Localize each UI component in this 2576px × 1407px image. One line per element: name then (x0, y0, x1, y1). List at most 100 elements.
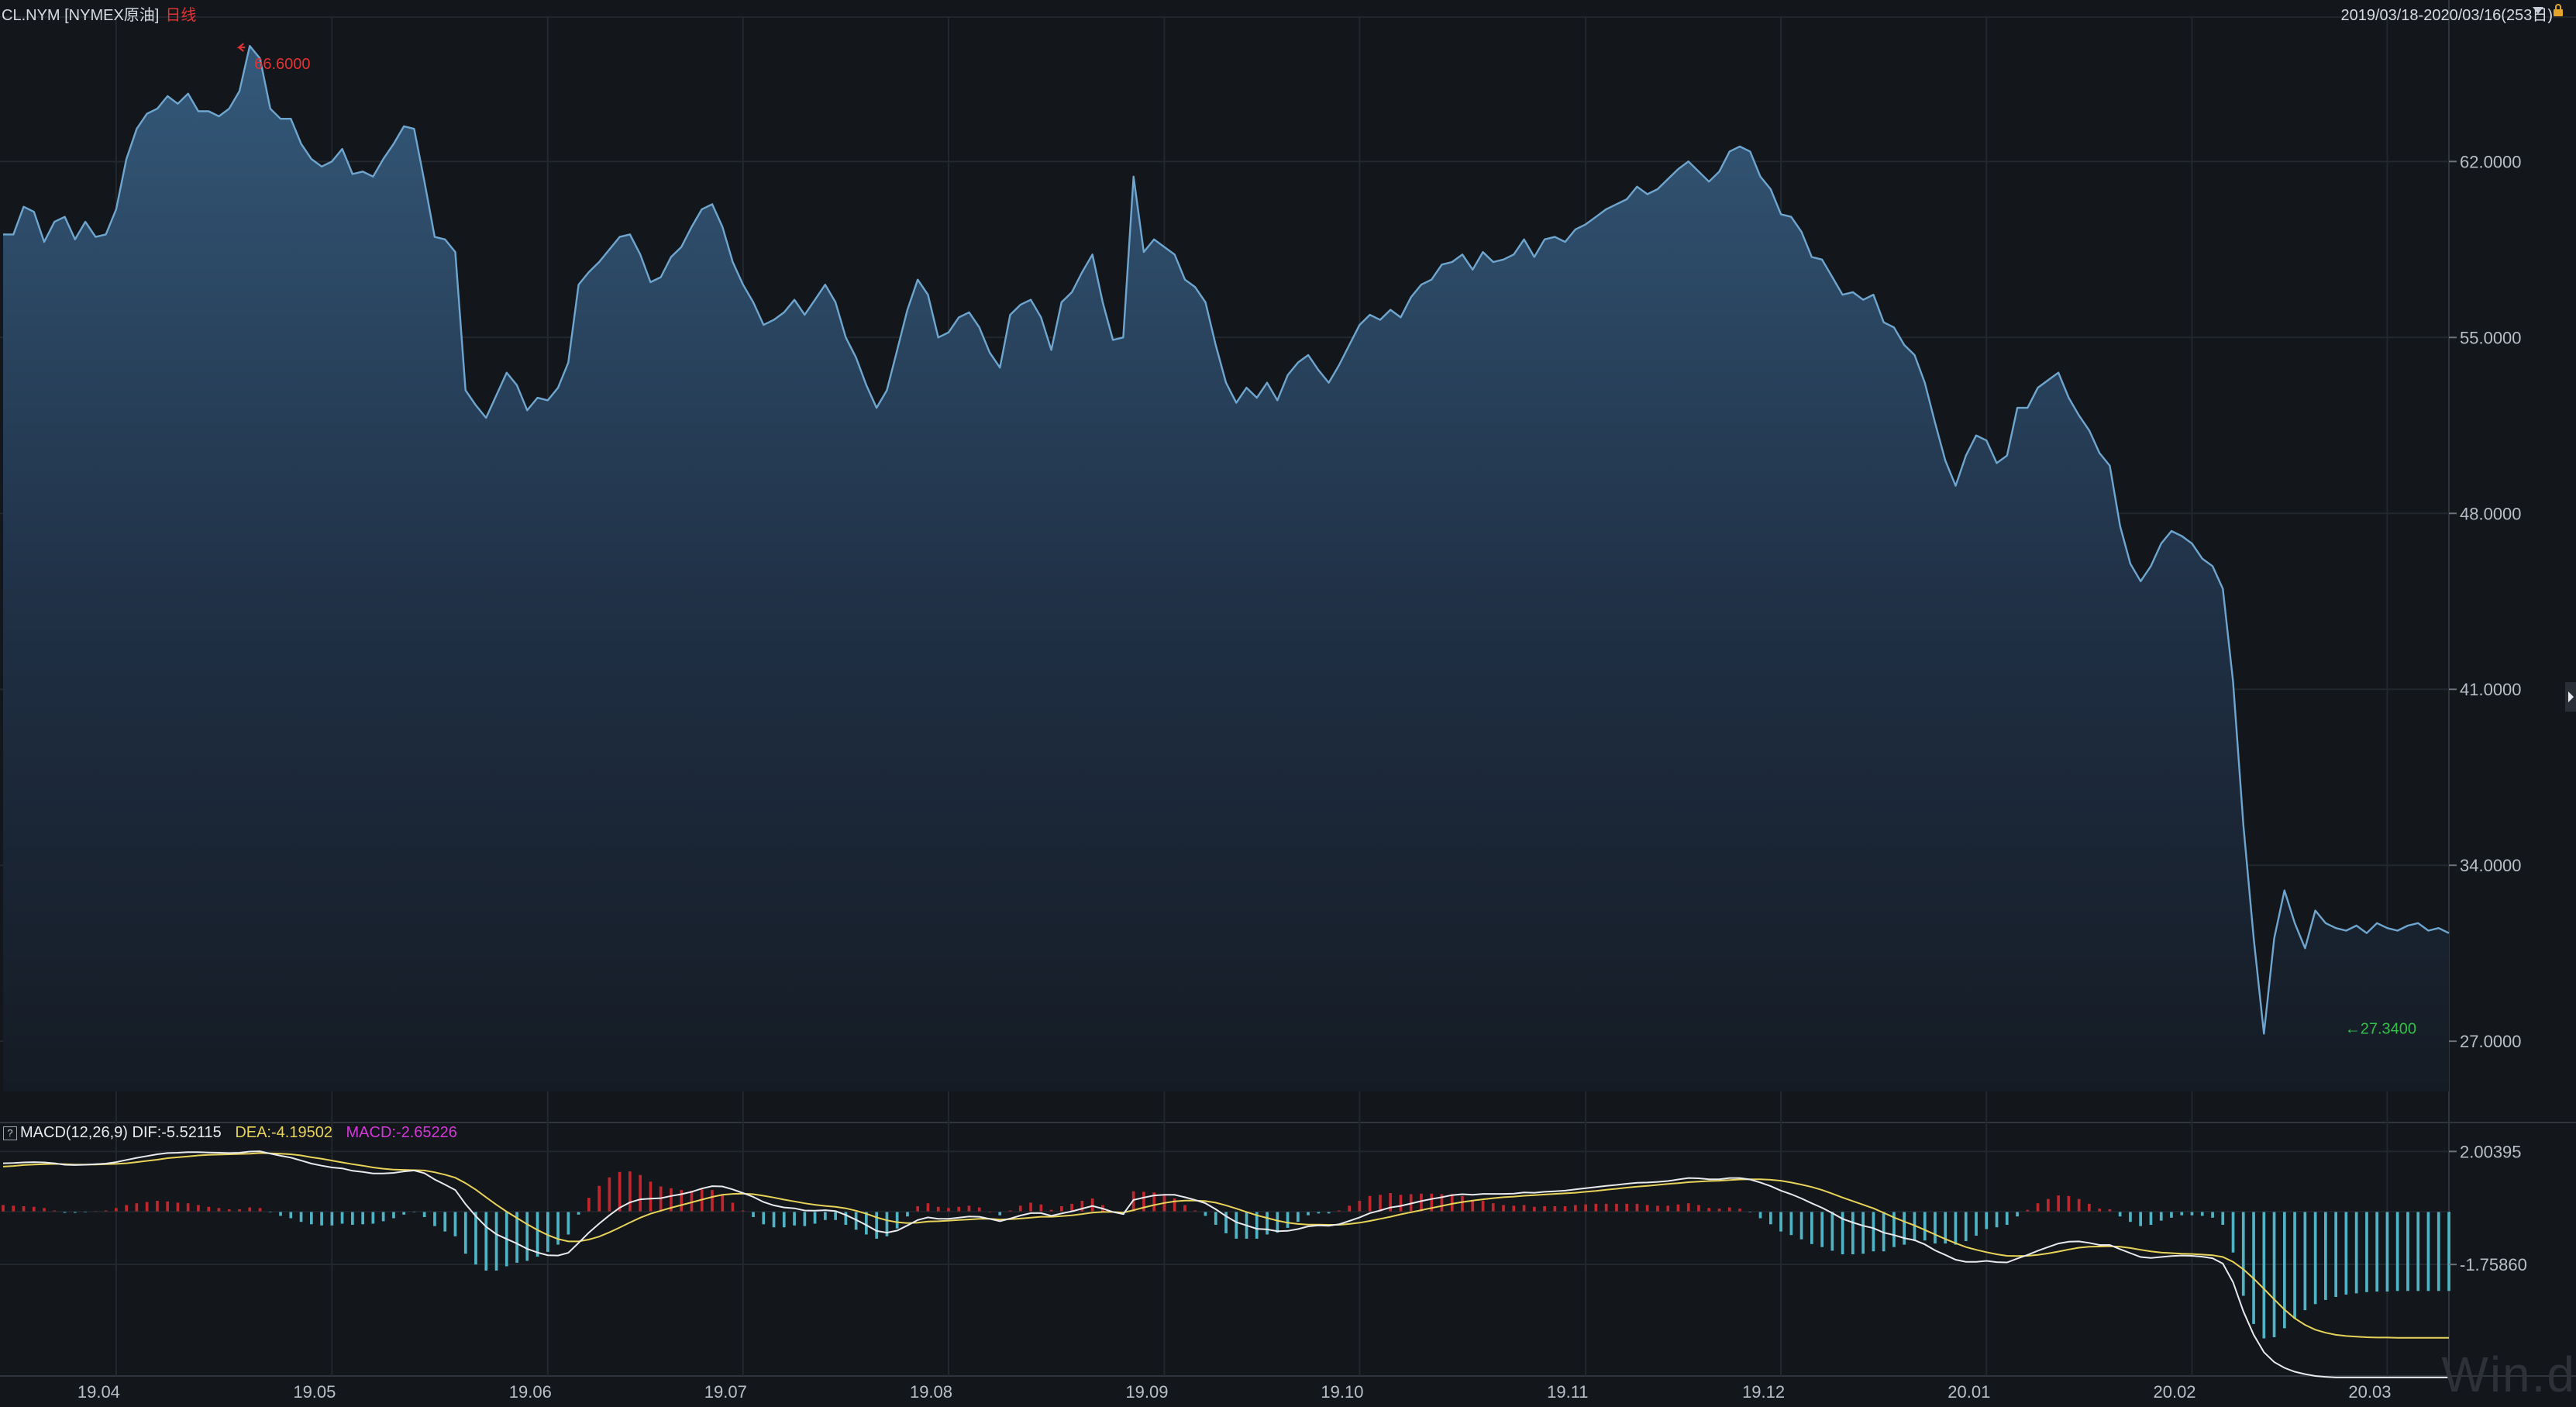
macd-indicator-name[interactable]: MACD(12,26,9) (20, 1124, 128, 1141)
macd-histogram-bar (2118, 1212, 2122, 1217)
macd-histogram-bar (967, 1205, 971, 1212)
macd-histogram-bar (1379, 1195, 1382, 1212)
triangle-down-icon[interactable] (2531, 3, 2545, 17)
macd-histogram-bar (2354, 1212, 2358, 1294)
macd-histogram-bar (1738, 1209, 1741, 1212)
macd-histogram-bar (1563, 1206, 1567, 1212)
macd-histogram-bar (639, 1174, 642, 1212)
macd-histogram-bar (1018, 1205, 1022, 1212)
macd-histogram-bar (1615, 1203, 1618, 1212)
macd-histogram-bar (145, 1202, 149, 1212)
max-arrow-icon (236, 43, 246, 52)
x-tick-label: 20.02 (2153, 1382, 2195, 1402)
macd-histogram-bar (1985, 1212, 1989, 1229)
macd-histogram-bar (1471, 1200, 1475, 1212)
macd-histogram-bar (906, 1212, 909, 1217)
macd-histogram-bar (2067, 1195, 2071, 1212)
macd-histogram-bar (2344, 1212, 2348, 1295)
macd-histogram-bar (1717, 1209, 1721, 1212)
macd-histogram-bar (2170, 1212, 2173, 1218)
period-label[interactable]: 日线 (165, 7, 196, 24)
date-range-label[interactable]: 2019/03/18-2020/03/16(253日) (2340, 2, 2553, 25)
macd-histogram-bar (2190, 1212, 2194, 1216)
macd-histogram-bar (1697, 1205, 1700, 1212)
macd-histogram-bar (916, 1206, 919, 1212)
macd-histogram-bar (752, 1212, 755, 1217)
macd-histogram-bar (1727, 1207, 1731, 1212)
price-area-fill (3, 46, 2449, 1092)
macd-histogram-bar (1235, 1212, 1238, 1239)
macd-histogram-bar (299, 1212, 303, 1223)
macd-histogram-bar (1276, 1212, 1279, 1233)
macd-histogram-bar (1368, 1195, 1372, 1212)
macd-histogram-bar (947, 1208, 950, 1212)
macd-histogram-bar (1266, 1212, 1269, 1235)
macd-histogram-bar (977, 1207, 981, 1212)
macd-histogram-bar (1861, 1212, 1865, 1254)
macd-histogram-bar (2262, 1212, 2266, 1339)
lock-icon[interactable] (2551, 3, 2565, 17)
macd-histogram-bar (186, 1203, 190, 1212)
macd-histogram-bar (1666, 1205, 1670, 1212)
macd-histogram-bar (176, 1202, 180, 1212)
macd-histogram-bar (1820, 1212, 1824, 1247)
macd-histogram-bar (340, 1212, 344, 1224)
macd-histogram-bar (1799, 1212, 1803, 1240)
price-chart[interactable]: 66.6000 ←27.3400 19.04 19.05 19.06 19.07 19.0… (0, 0, 2576, 1403)
dea-line[interactable] (2, 1152, 2449, 1339)
macd-histogram-bar (834, 1212, 837, 1220)
min-value-label: ←27.3400 (2345, 1020, 2416, 1037)
macd-histogram-bar (402, 1212, 405, 1215)
expand-panel-button[interactable] (2565, 682, 2576, 712)
y-tick-label: 48.0000 (2460, 504, 2522, 523)
macd-histogram-bar (629, 1171, 632, 1212)
macd-dea-value: DEA:-4.19502 (235, 1124, 332, 1141)
macd-histogram-bar (1635, 1203, 1639, 1212)
macd-histogram-bar (361, 1212, 364, 1225)
macd-histogram-bar (762, 1212, 766, 1225)
chart-header-left: CL.NYM [NYMEX原油] 日线 (2, 2, 196, 25)
y-tick-label: 62.0000 (2460, 152, 2522, 171)
macd-histogram-bar (1491, 1203, 1495, 1212)
x-tick-label: 19.07 (704, 1382, 747, 1402)
macd-histogram-bar (443, 1212, 447, 1232)
date-range-text[interactable]: 2019/03/18-2020/03/16(253日) (2340, 7, 2553, 24)
chart-root: 66.6000 ←27.3400 19.04 19.05 19.06 19.07 19.0… (0, 0, 2576, 1403)
macd-histogram-bar (865, 1212, 868, 1235)
macd-histogram-bar (1975, 1212, 1978, 1236)
macd-legend: ? MACD(12,26,9) DIF:-5.52115 DEA:-4.19502… (3, 1124, 457, 1142)
macd-histogram-bar (115, 1208, 118, 1212)
x-tick-label: 19.12 (1742, 1382, 1785, 1402)
macd-histogram-bar (1934, 1212, 1937, 1244)
x-tick-label: 19.11 (1547, 1382, 1588, 1402)
macd-histogram-bar (289, 1212, 293, 1219)
macd-histogram-bar (2047, 1198, 2050, 1212)
macd-histogram-bar (12, 1205, 15, 1212)
macd-histogram-bar (1512, 1205, 1516, 1212)
macd-histogram-bar (608, 1177, 611, 1212)
macd-histogram-bar (936, 1206, 940, 1212)
instrument-name[interactable]: CL.NYM [NYMEX原油] (2, 7, 159, 24)
macd-histogram-bar (463, 1212, 467, 1254)
x-tick-label: 19.05 (293, 1382, 336, 1402)
macd-histogram-bar (1830, 1212, 1834, 1251)
macd-histogram-bar (258, 1208, 262, 1212)
macd-histogram-bar (381, 1212, 385, 1222)
macd-histogram-bar (2313, 1212, 2317, 1305)
macd-histogram-bar (310, 1212, 313, 1225)
macd-histogram-bar (1204, 1212, 1207, 1216)
macd-histogram-bar (2231, 1212, 2235, 1253)
macd-histogram-bar (1903, 1212, 1906, 1245)
macd-histogram-bar (2406, 1212, 2409, 1291)
help-icon[interactable]: ? (3, 1126, 17, 1140)
x-tick-label: 19.04 (77, 1382, 120, 1402)
max-value-label: 66.6000 (254, 56, 310, 73)
macd-histogram-bar (2057, 1195, 2060, 1212)
macd-histogram-bar (813, 1212, 817, 1224)
macd-histogram-bar (1954, 1212, 1958, 1245)
macd-histogram-bar (1080, 1201, 1084, 1212)
macd-histogram-bar (1039, 1204, 1043, 1212)
macd-histogram-bar (2272, 1212, 2276, 1337)
macd-histogram-bar (1307, 1212, 1310, 1216)
macd-histogram-bar (926, 1203, 930, 1212)
